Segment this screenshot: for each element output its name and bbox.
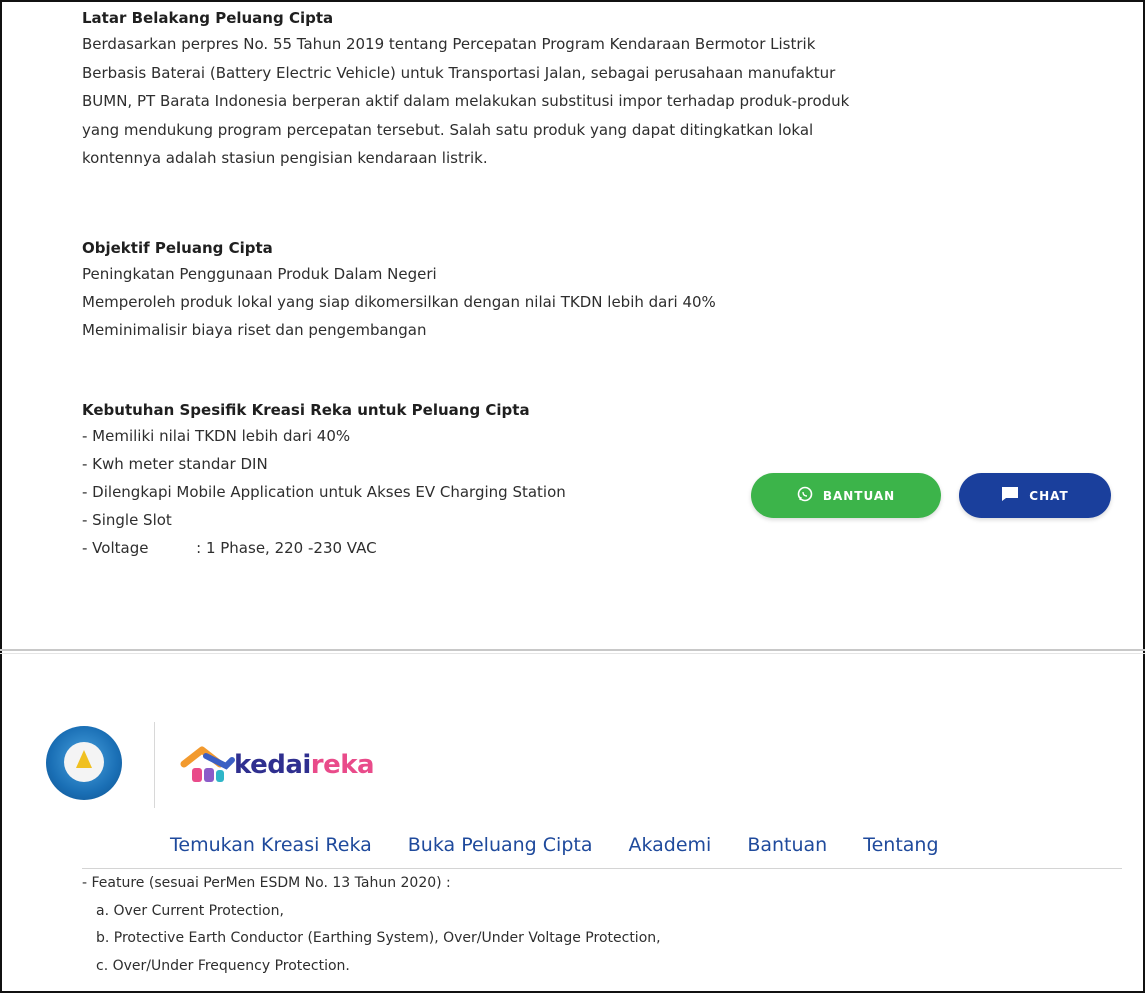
objective-item: Memperoleh produk lokal yang siap dikome… <box>82 293 716 311</box>
paragraph-line: BUMN, PT Barata Indonesia berperan aktif… <box>82 92 850 110</box>
paragraph-line: kontennya adalah stasiun pengisian kenda… <box>82 149 488 167</box>
section-title-requirements: Kebutuhan Spesifik Kreasi Reka untuk Pel… <box>82 401 530 419</box>
nav-link-bantuan[interactable]: Bantuan <box>747 834 827 856</box>
section-requirements: Kebutuhan Spesifik Kreasi Reka untuk Pel… <box>82 398 566 562</box>
objective-item: Meminimalisir biaya riset dan pengembang… <box>82 321 427 339</box>
section-title-objective: Objektif Peluang Cipta <box>82 239 273 257</box>
feature-item: c. Over/Under Frequency Protection. <box>96 957 350 974</box>
features-header: - Feature (sesuai PerMen ESDM No. 13 Tah… <box>82 875 451 891</box>
features-section: - Feature (sesuai PerMen ESDM No. 13 Tah… <box>82 870 1122 980</box>
footer-divider-secondary <box>0 653 1145 654</box>
whatsapp-icon <box>797 486 813 505</box>
section-background: Latar Belakang Peluang Cipta Berdasarkan… <box>82 6 849 173</box>
feature-item: b. Protective Earth Conductor (Earthing … <box>96 930 661 946</box>
chat-button[interactable]: CHAT <box>959 473 1111 518</box>
feature-item: a. Over Current Protection, <box>96 902 284 919</box>
nav-link-akademi[interactable]: Akademi <box>628 834 711 856</box>
chat-label: CHAT <box>1029 488 1069 503</box>
requirement-item: - Kwh meter standar DIN <box>82 455 268 473</box>
paragraph-line: yang mendukung program percepatan terseb… <box>82 120 814 139</box>
chat-bubble-icon <box>1001 486 1019 505</box>
tut-wuri-handayani-emblem-icon <box>46 726 122 800</box>
requirement-item: - Single Slot <box>82 511 172 529</box>
nav-link-tentang[interactable]: Tentang <box>863 834 938 856</box>
bantuan-button[interactable]: BANTUAN <box>751 473 941 518</box>
section-title-background: Latar Belakang Peluang Cipta <box>82 9 334 27</box>
bantuan-label: BANTUAN <box>822 488 896 503</box>
nav-underline-divider <box>82 868 1122 869</box>
nav-link-temukan-kreasi-reka[interactable]: Temukan Kreasi Reka <box>170 834 372 856</box>
footer-nav: Temukan Kreasi Reka Buka Peluang Cipta A… <box>170 834 939 856</box>
objective-item: Peningkatan Penggunaan Produk Dalam Nege… <box>82 265 437 283</box>
section-objective: Objektif Peluang Cipta Peningkatan Pengg… <box>82 236 716 344</box>
footer-logos: kedaireka <box>46 722 446 812</box>
paragraph-line: Berbasis Baterai (Battery Electric Vehic… <box>82 63 836 82</box>
requirement-item: - Voltage : 1 Phase, 220 -230 VAC <box>82 539 377 557</box>
requirement-item: - Dilengkapi Mobile Application untuk Ak… <box>82 483 566 501</box>
footer-divider <box>0 649 1145 651</box>
logo-separator <box>154 722 155 808</box>
kedaireka-wordmark: kedaireka <box>234 750 375 780</box>
kedaireka-logo-icon <box>180 746 235 782</box>
paragraph-line: Berdasarkan perpres No. 55 Tahun 2019 te… <box>82 35 816 53</box>
requirement-item: - Memiliki nilai TKDN lebih dari 40% <box>82 427 351 445</box>
nav-link-buka-peluang-cipta[interactable]: Buka Peluang Cipta <box>408 834 593 856</box>
